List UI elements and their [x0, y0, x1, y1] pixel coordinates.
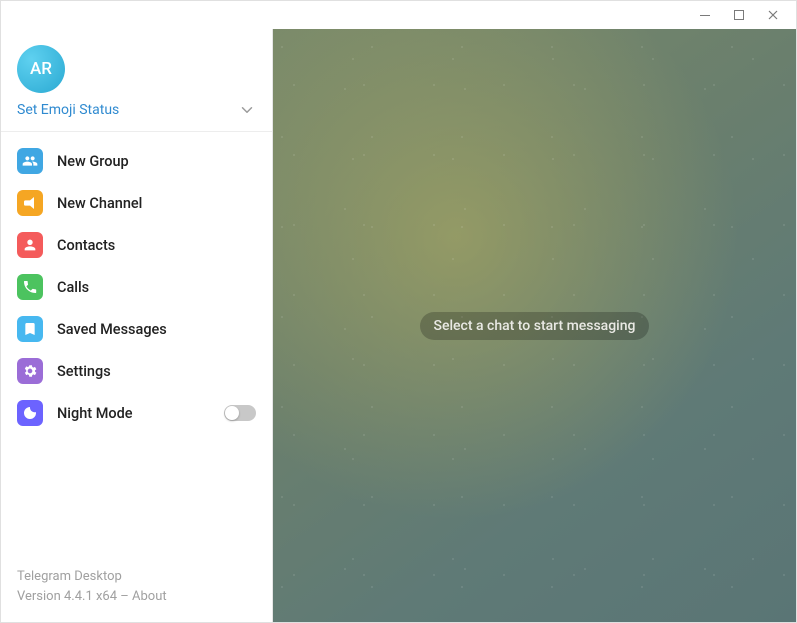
sidebar-menu: New Group New Channel Contacts	[1, 132, 272, 553]
menu-label: New Group	[57, 153, 129, 170]
bookmark-icon	[17, 316, 43, 342]
window-minimize-button[interactable]	[688, 3, 722, 27]
set-emoji-status-link[interactable]: Set Emoji Status	[17, 102, 119, 118]
app-name-label: Telegram Desktop	[17, 567, 256, 587]
main-panel: Select a chat to start messaging	[273, 29, 796, 622]
person-icon	[17, 232, 43, 258]
emoji-status-row[interactable]: Set Emoji Status	[1, 101, 272, 132]
app-body: AR Set Emoji Status New Group New	[1, 29, 796, 622]
app-version-label[interactable]: Version 4.4.1 x64 – About	[17, 587, 256, 607]
people-icon	[17, 148, 43, 174]
menu-item-settings[interactable]: Settings	[1, 350, 272, 392]
menu-item-new-channel[interactable]: New Channel	[1, 182, 272, 224]
sidebar-footer: Telegram Desktop Version 4.4.1 x64 – Abo…	[1, 553, 272, 622]
empty-chat-placeholder: Select a chat to start messaging	[420, 312, 650, 340]
menu-label: Settings	[57, 363, 111, 380]
menu-item-calls[interactable]: Calls	[1, 266, 272, 308]
gear-icon	[17, 358, 43, 384]
close-icon	[767, 9, 779, 21]
toggle-knob	[225, 406, 239, 420]
menu-item-new-group[interactable]: New Group	[1, 140, 272, 182]
menu-item-saved-messages[interactable]: Saved Messages	[1, 308, 272, 350]
maximize-icon	[733, 9, 745, 21]
menu-label: Saved Messages	[57, 321, 167, 338]
menu-label: Contacts	[57, 237, 115, 254]
phone-icon	[17, 274, 43, 300]
minimize-icon	[699, 9, 711, 21]
moon-icon	[17, 400, 43, 426]
window-maximize-button[interactable]	[722, 3, 756, 27]
sidebar: AR Set Emoji Status New Group New	[1, 29, 273, 622]
night-mode-toggle[interactable]	[224, 405, 256, 421]
menu-label: Calls	[57, 279, 89, 296]
menu-label: New Channel	[57, 195, 142, 212]
menu-item-contacts[interactable]: Contacts	[1, 224, 272, 266]
megaphone-icon	[17, 190, 43, 216]
avatar[interactable]: AR	[17, 45, 65, 93]
chevron-down-icon	[238, 101, 256, 119]
profile-section: AR	[1, 29, 272, 101]
menu-label: Night Mode	[57, 405, 133, 422]
window-close-button[interactable]	[756, 3, 790, 27]
app-window: AR Set Emoji Status New Group New	[0, 0, 797, 623]
menu-item-night-mode[interactable]: Night Mode	[1, 392, 272, 434]
titlebar	[1, 1, 796, 29]
